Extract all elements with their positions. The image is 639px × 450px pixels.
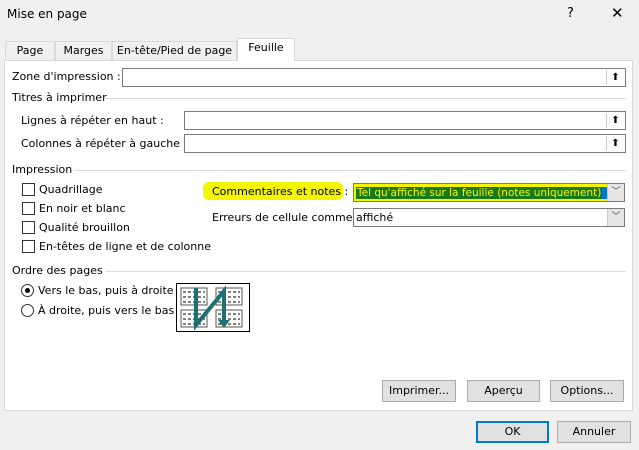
print-button[interactable]: Imprimer...	[382, 380, 456, 402]
black-white-label: En noir et blanc	[39, 202, 126, 215]
divider	[74, 170, 626, 171]
preview-button[interactable]: Aperçu	[467, 380, 540, 402]
ok-button-label: OK	[504, 425, 521, 438]
comments-select[interactable]: Tel qu'affiché sur la feuille (notes uni…	[353, 183, 625, 202]
comments-label: Commentaires et notes :	[212, 185, 349, 198]
page-order-heading: Ordre des pages	[12, 264, 103, 277]
cancel-button-label: Annuler	[572, 425, 616, 438]
tab-header-footer[interactable]: En-tête/Pied de page	[112, 41, 237, 61]
tab-page[interactable]: Page	[5, 41, 55, 61]
headings-checkbox[interactable]	[22, 240, 35, 253]
errors-label: Erreurs de cellule comme :	[212, 211, 360, 224]
ok-button[interactable]: OK	[476, 421, 549, 443]
headings-label: En-têtes de ligne et de colonne	[39, 240, 211, 253]
cancel-button[interactable]: Annuler	[557, 421, 631, 443]
preview-button-label: Aperçu	[484, 384, 523, 397]
tab-sheet[interactable]: Feuille	[237, 38, 295, 61]
over-then-down-radio[interactable]	[21, 304, 34, 317]
errors-value: affiché	[356, 211, 394, 224]
errors-select[interactable]: affiché ﹀	[353, 208, 625, 227]
tab-margins[interactable]: Marges	[55, 41, 112, 61]
divider	[106, 271, 626, 272]
range-picker-icon[interactable]: ⬆	[606, 113, 624, 128]
help-button[interactable]: ?	[567, 6, 574, 21]
range-picker-icon[interactable]: ⬆	[606, 70, 624, 85]
over-then-down-label: À droite, puis vers le bas	[38, 304, 175, 317]
draft-quality-label: Qualité brouillon	[39, 221, 130, 234]
chevron-down-icon[interactable]: ﹀	[607, 209, 624, 226]
down-then-over-radio[interactable]	[21, 284, 34, 297]
comments-value: Tel qu'affiché sur la feuille (notes uni…	[356, 187, 611, 199]
chevron-down-icon[interactable]: ﹀	[607, 184, 624, 201]
gridlines-label: Quadrillage	[39, 183, 103, 196]
print-area-input[interactable]: ⬆	[122, 68, 626, 87]
print-titles-heading: Titres à imprimer	[12, 91, 107, 104]
print-button-label: Imprimer...	[388, 384, 449, 397]
cols-repeat-label: Colonnes à répéter à gauche :	[21, 137, 188, 150]
page-order-preview-icon	[176, 283, 250, 332]
divider	[104, 98, 626, 99]
gridlines-checkbox[interactable]	[22, 183, 35, 196]
draft-quality-checkbox[interactable]	[22, 221, 35, 234]
range-picker-icon[interactable]: ⬆	[606, 136, 624, 151]
options-button-label: Options...	[560, 384, 614, 397]
close-button[interactable]: ✕	[611, 4, 624, 22]
dialog-title: Mise en page	[7, 7, 87, 21]
options-button[interactable]: Options...	[550, 380, 624, 402]
print-area-label: Zone d'impression :	[12, 70, 121, 83]
black-white-checkbox[interactable]	[22, 202, 35, 215]
print-heading: Impression	[12, 163, 73, 176]
rows-repeat-input[interactable]: ⬆	[184, 111, 626, 130]
down-then-over-label: Vers le bas, puis à droite	[38, 284, 174, 297]
rows-repeat-label: Lignes à répéter en haut :	[21, 114, 164, 127]
cols-repeat-input[interactable]: ⬆	[184, 134, 626, 153]
